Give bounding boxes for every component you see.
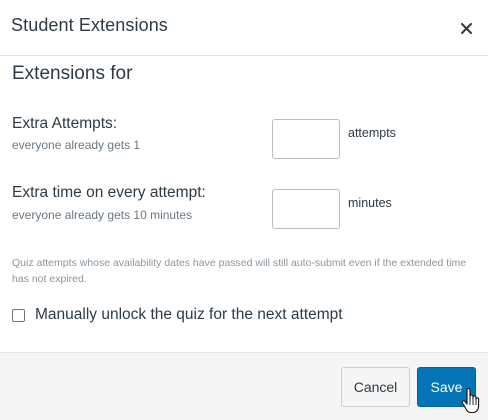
extra-attempts-unit: attempts [348, 126, 396, 140]
cancel-button[interactable]: Cancel [341, 367, 410, 407]
extra-time-input[interactable] [272, 189, 340, 229]
manual-unlock-label[interactable]: Manually unlock the quiz for the next at… [35, 306, 343, 324]
extra-time-unit: minutes [348, 196, 392, 210]
auto-submit-note: Quiz attempts whose availability dates h… [12, 257, 467, 285]
manual-unlock-row[interactable]: Manually unlock the quiz for the next at… [12, 306, 343, 324]
dialog-body: Extensions for Extra Attempts: everyone … [0, 57, 488, 352]
extensions-subtitle: Extensions for [12, 63, 133, 84]
extra-attempts-hint: everyone already gets 1 [12, 138, 141, 152]
student-extensions-dialog: Student Extensions Extensions for Extra … [0, 0, 488, 420]
dialog-header: Student Extensions [0, 0, 488, 56]
dialog-title: Student Extensions [11, 15, 168, 35]
close-icon [460, 22, 472, 34]
close-button[interactable] [456, 18, 476, 38]
extra-attempts-label: Extra Attempts: [12, 115, 118, 132]
extra-attempts-input[interactable] [272, 119, 340, 159]
manual-unlock-checkbox[interactable] [12, 308, 25, 322]
save-button[interactable]: Save [417, 367, 476, 407]
dialog-footer: Cancel Save [0, 352, 488, 420]
extra-time-hint: everyone already gets 10 minutes [12, 208, 193, 222]
extra-time-label: Extra time on every attempt: [12, 184, 206, 201]
